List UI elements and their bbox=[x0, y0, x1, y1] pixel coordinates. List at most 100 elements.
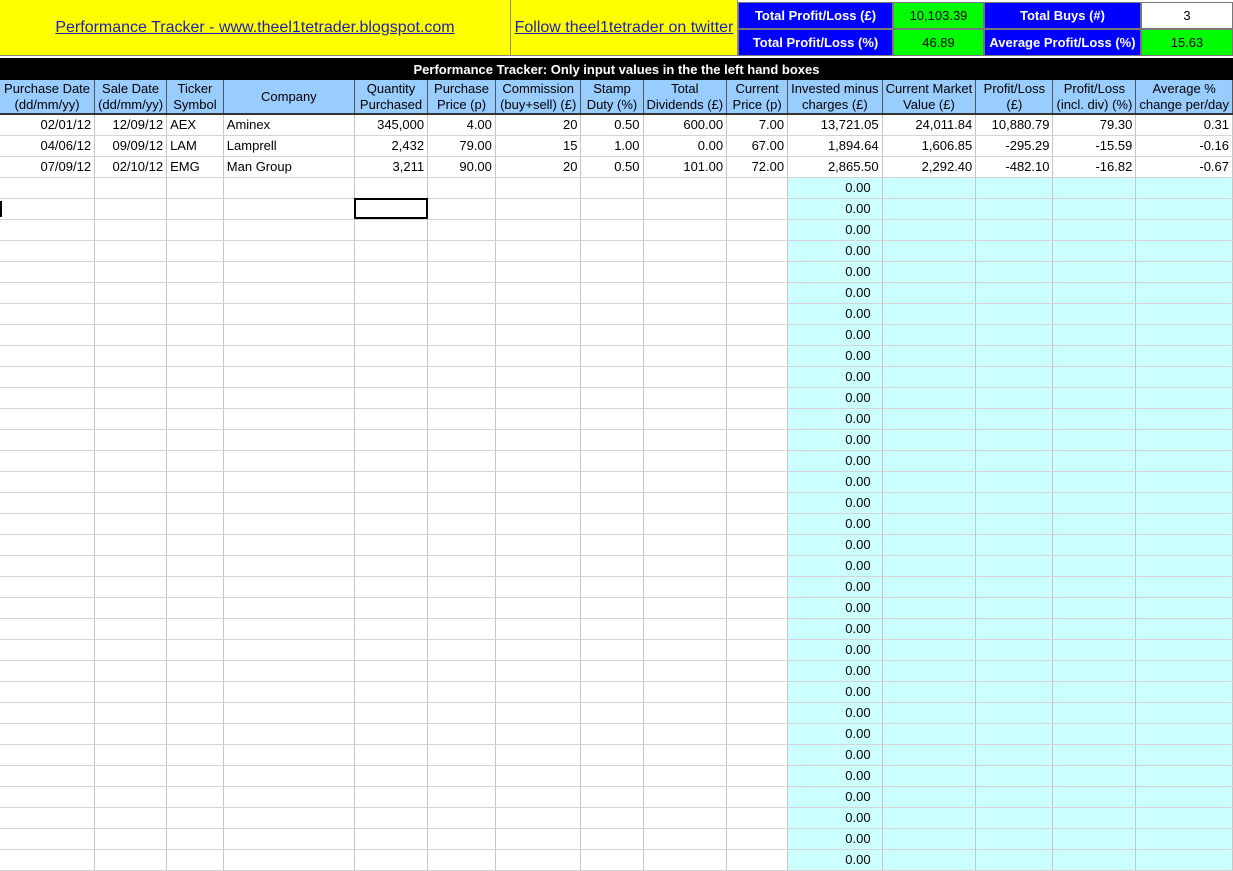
empty-cell[interactable] bbox=[94, 702, 168, 724]
empty-cell[interactable] bbox=[726, 429, 789, 451]
empty-cell[interactable] bbox=[1052, 219, 1137, 241]
empty-cell[interactable] bbox=[166, 807, 224, 829]
empty-cell[interactable] bbox=[495, 282, 582, 304]
empty-cell[interactable] bbox=[166, 303, 224, 325]
empty-cell[interactable] bbox=[580, 198, 644, 220]
cell-invested[interactable]: 0.00 bbox=[787, 387, 883, 409]
empty-cell[interactable] bbox=[882, 303, 977, 325]
empty-cell[interactable] bbox=[0, 576, 96, 598]
cell-invested[interactable]: 2,865.50 bbox=[787, 156, 883, 178]
empty-cell[interactable] bbox=[0, 471, 96, 493]
empty-cell[interactable] bbox=[0, 702, 96, 724]
empty-cell[interactable] bbox=[354, 282, 429, 304]
empty-cell[interactable] bbox=[495, 177, 582, 199]
empty-cell[interactable] bbox=[1135, 282, 1233, 304]
empty-cell[interactable] bbox=[0, 429, 96, 451]
empty-cell[interactable] bbox=[495, 324, 582, 346]
empty-cell[interactable] bbox=[1135, 303, 1233, 325]
empty-cell[interactable] bbox=[427, 492, 496, 514]
empty-cell[interactable] bbox=[975, 387, 1054, 409]
empty-cell[interactable] bbox=[495, 261, 582, 283]
empty-cell[interactable] bbox=[354, 639, 429, 661]
empty-cell[interactable] bbox=[495, 429, 582, 451]
empty-cell[interactable] bbox=[223, 408, 355, 430]
cell-invested[interactable]: 0.00 bbox=[787, 723, 883, 745]
empty-cell[interactable] bbox=[1052, 345, 1137, 367]
col-header-company[interactable]: Company bbox=[223, 80, 355, 115]
cell-avg-change[interactable]: 0.31 bbox=[1135, 114, 1233, 136]
empty-cell[interactable] bbox=[94, 471, 168, 493]
empty-cell[interactable] bbox=[643, 555, 728, 577]
empty-cell[interactable] bbox=[726, 702, 789, 724]
empty-cell[interactable] bbox=[1052, 324, 1137, 346]
empty-cell[interactable] bbox=[166, 681, 224, 703]
empty-cell[interactable] bbox=[882, 345, 977, 367]
empty-cell[interactable] bbox=[166, 177, 224, 199]
empty-cell[interactable] bbox=[1135, 555, 1233, 577]
empty-cell[interactable] bbox=[166, 723, 224, 745]
col-header-profit-loss-pct[interactable]: Profit/Loss (incl. div) (%) bbox=[1052, 80, 1137, 115]
empty-cell[interactable] bbox=[643, 576, 728, 598]
empty-cell[interactable] bbox=[975, 849, 1054, 871]
empty-cell[interactable] bbox=[166, 576, 224, 598]
empty-cell[interactable] bbox=[495, 513, 582, 535]
cell-current-price[interactable]: 67.00 bbox=[726, 135, 789, 157]
empty-cell[interactable] bbox=[975, 240, 1054, 262]
total-pl-value[interactable]: 10,103.39 bbox=[893, 2, 984, 29]
cell-avg-change[interactable]: -0.16 bbox=[1135, 135, 1233, 157]
empty-cell[interactable] bbox=[975, 555, 1054, 577]
empty-cell[interactable] bbox=[643, 492, 728, 514]
empty-cell[interactable] bbox=[223, 660, 355, 682]
empty-cell[interactable] bbox=[166, 408, 224, 430]
empty-cell[interactable] bbox=[1052, 198, 1137, 220]
empty-cell[interactable] bbox=[223, 618, 355, 640]
empty-cell[interactable] bbox=[427, 177, 496, 199]
empty-cell[interactable] bbox=[94, 387, 168, 409]
empty-cell[interactable] bbox=[1052, 429, 1137, 451]
empty-cell[interactable] bbox=[354, 849, 429, 871]
empty-cell[interactable] bbox=[166, 660, 224, 682]
empty-cell[interactable] bbox=[495, 597, 582, 619]
empty-cell[interactable] bbox=[1052, 660, 1137, 682]
empty-cell[interactable] bbox=[495, 219, 582, 241]
empty-cell[interactable] bbox=[166, 597, 224, 619]
empty-cell[interactable] bbox=[166, 345, 224, 367]
empty-cell[interactable] bbox=[0, 450, 96, 472]
empty-cell[interactable] bbox=[580, 492, 644, 514]
empty-cell[interactable] bbox=[427, 324, 496, 346]
empty-cell[interactable] bbox=[975, 828, 1054, 850]
empty-cell[interactable] bbox=[1135, 639, 1233, 661]
empty-cell[interactable] bbox=[975, 408, 1054, 430]
cell-commission[interactable]: 20 bbox=[495, 114, 582, 136]
empty-cell[interactable] bbox=[1052, 408, 1137, 430]
empty-cell[interactable] bbox=[495, 828, 582, 850]
empty-cell[interactable] bbox=[975, 219, 1054, 241]
empty-cell[interactable] bbox=[223, 261, 355, 283]
empty-cell[interactable] bbox=[882, 681, 977, 703]
empty-cell[interactable] bbox=[166, 765, 224, 787]
empty-cell[interactable] bbox=[1135, 471, 1233, 493]
empty-cell[interactable] bbox=[94, 261, 168, 283]
empty-cell[interactable] bbox=[427, 303, 496, 325]
empty-cell[interactable] bbox=[1135, 261, 1233, 283]
cell-invested[interactable]: 0.00 bbox=[787, 702, 883, 724]
empty-cell[interactable] bbox=[94, 576, 168, 598]
empty-cell[interactable] bbox=[1135, 366, 1233, 388]
col-header-current-price[interactable]: Current Price (p) bbox=[726, 80, 789, 115]
empty-cell[interactable] bbox=[643, 723, 728, 745]
cell-purchase-price[interactable]: 79.00 bbox=[427, 135, 496, 157]
cell-invested[interactable]: 0.00 bbox=[787, 429, 883, 451]
empty-cell[interactable] bbox=[94, 177, 168, 199]
empty-cell[interactable] bbox=[726, 177, 789, 199]
empty-cell[interactable] bbox=[0, 513, 96, 535]
empty-cell[interactable] bbox=[1052, 261, 1137, 283]
empty-cell[interactable] bbox=[975, 471, 1054, 493]
empty-cell[interactable] bbox=[643, 807, 728, 829]
cell-purchase-date[interactable]: 04/06/12 bbox=[0, 135, 96, 157]
empty-cell[interactable] bbox=[643, 639, 728, 661]
empty-cell[interactable] bbox=[495, 849, 582, 871]
empty-cell[interactable] bbox=[975, 366, 1054, 388]
empty-cell[interactable] bbox=[223, 828, 355, 850]
col-header-avg-change[interactable]: Average % change per/day bbox=[1135, 80, 1233, 115]
empty-cell[interactable] bbox=[354, 366, 429, 388]
